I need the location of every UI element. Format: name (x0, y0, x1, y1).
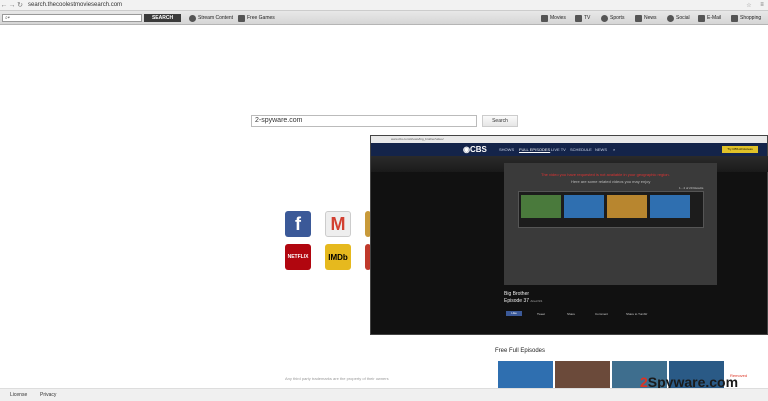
toolbar-link-label: Social (676, 15, 690, 21)
toolbar-link-tv[interactable]: TV (575, 14, 590, 22)
toolbar-link-news[interactable]: News (635, 14, 657, 22)
toolbar-link-label: TV (584, 15, 591, 21)
toolbar-link-label: Shopping (740, 15, 762, 21)
toolbar-link-label: News (644, 15, 657, 21)
browser-menu-icon[interactable]: ≡ (756, 2, 768, 8)
address-bar[interactable]: search.thecoolestmoviesearch.com (28, 2, 742, 8)
related-video-thumb[interactable] (607, 195, 647, 218)
episode-thumb[interactable] (555, 361, 610, 388)
toolbar-link-label: Movies (550, 15, 566, 21)
gamepad-icon (238, 14, 245, 22)
cbs-logo: ◉CBS (463, 145, 487, 154)
toolbar-link-sports[interactable]: Sports (601, 14, 624, 22)
netflix-tile[interactable]: NETFLIX (285, 244, 311, 270)
main-search-button[interactable]: Search (482, 115, 518, 127)
main-search-input[interactable]: 2-spyware.com (251, 115, 477, 127)
browser-toolbar: ⌕▾ SEARCH Stream Content Free Games Movi… (0, 11, 768, 25)
gmail-tile[interactable]: M (325, 211, 351, 237)
overlay-browser-bar: www.cbs.com/shows/big_brother/video/ (371, 136, 767, 143)
toolbar-link-label: Stream Content (198, 15, 234, 21)
related-video-thumb[interactable] (521, 195, 561, 218)
toolbar-link-movies[interactable]: Movies (541, 14, 566, 22)
toolbar-link-email[interactable]: E-Mail (698, 14, 721, 22)
shopping-cart-icon (731, 14, 738, 22)
geo-block-message: The video you have requested is not avai… (541, 172, 670, 177)
email-icon (698, 14, 705, 22)
episode-number: Episode 37 (504, 298, 530, 304)
disclaimer-text: Any third party trademarks are the prope… (285, 376, 389, 381)
imdb-tile[interactable]: IMDb (325, 244, 351, 270)
toolbar-link-label: Sports (610, 15, 625, 21)
browser-chrome: ← → ↻ search.thecoolestmoviesearch.com ☆… (0, 0, 768, 11)
cbs-all-access-button[interactable]: Try CBS All Access (722, 146, 758, 153)
cbs-nav-full-episodes[interactable]: FULL EPISODES (519, 147, 550, 152)
related-count: 1 - 4 of 20 Results (679, 186, 704, 190)
license-link[interactable]: License (10, 392, 27, 398)
episode-meta: Aired 9/1 (530, 299, 543, 303)
toolbar-link-games[interactable]: Free Games (238, 14, 275, 22)
cbs-nav-shows[interactable]: SHOWS (499, 147, 514, 152)
related-video-thumb[interactable] (564, 195, 604, 218)
related-videos-message: Here are some related videos you may enj… (571, 179, 651, 184)
video-title: Big Brother (504, 291, 530, 297)
episode-thumb[interactable] (498, 361, 553, 388)
toolbar-link-shopping[interactable]: Shopping (731, 14, 761, 22)
facebook-tile[interactable]: f (285, 211, 311, 237)
toolbar-search-button[interactable]: SEARCH (144, 14, 181, 22)
privacy-link[interactable]: Privacy (40, 392, 56, 398)
toolbar-link-stream[interactable]: Stream Content (189, 14, 233, 22)
tweet-button[interactable]: Tweet (537, 312, 545, 316)
cbs-nav-bar: ◉CBS SHOWS FULL EPISODES LIVE TV SCHEDUL… (371, 143, 767, 156)
page-footer: License Privacy (0, 388, 768, 401)
toolbar-link-label: E-Mail (707, 15, 722, 21)
search-icon[interactable]: ⌕ (613, 147, 615, 152)
forward-arrow-icon[interactable]: → (8, 2, 16, 9)
share-button[interactable]: Share (567, 312, 575, 316)
cbs-nav-live-tv[interactable]: LIVE TV (551, 147, 566, 152)
tumblr-share-button[interactable]: Share to Tumblr (626, 312, 647, 316)
social-icon (667, 14, 674, 22)
cbs-overlay-screenshot: www.cbs.com/shows/big_brother/video/ ◉CB… (370, 135, 768, 335)
toolbar-link-social[interactable]: Social (667, 14, 690, 22)
tv-icon (575, 14, 582, 22)
reload-icon[interactable]: ↻ (16, 1, 24, 9)
stream-icon (189, 14, 196, 22)
episode-label: Episode 37 Aired 9/1 (504, 298, 542, 304)
facebook-like-button[interactable]: Like (506, 311, 522, 316)
toolbar-link-label: Free Games (247, 15, 275, 21)
cbs-nav-news[interactable]: NEWS (595, 147, 607, 152)
comment-button[interactable]: Comment (595, 312, 608, 316)
toolbar-search-input[interactable]: ⌕▾ (2, 14, 142, 22)
movies-icon (541, 14, 548, 22)
cbs-nav-schedule[interactable]: SCHEDULE (570, 147, 592, 152)
related-video-thumb[interactable] (650, 195, 690, 218)
back-arrow-icon[interactable]: ← (0, 2, 8, 9)
watermark-removed-label: Removed (730, 373, 748, 378)
sports-icon (601, 14, 608, 22)
free-full-episodes-heading: Free Full Episodes (495, 348, 546, 354)
news-icon (635, 14, 642, 22)
bookmark-star-icon[interactable]: ☆ (742, 2, 756, 9)
